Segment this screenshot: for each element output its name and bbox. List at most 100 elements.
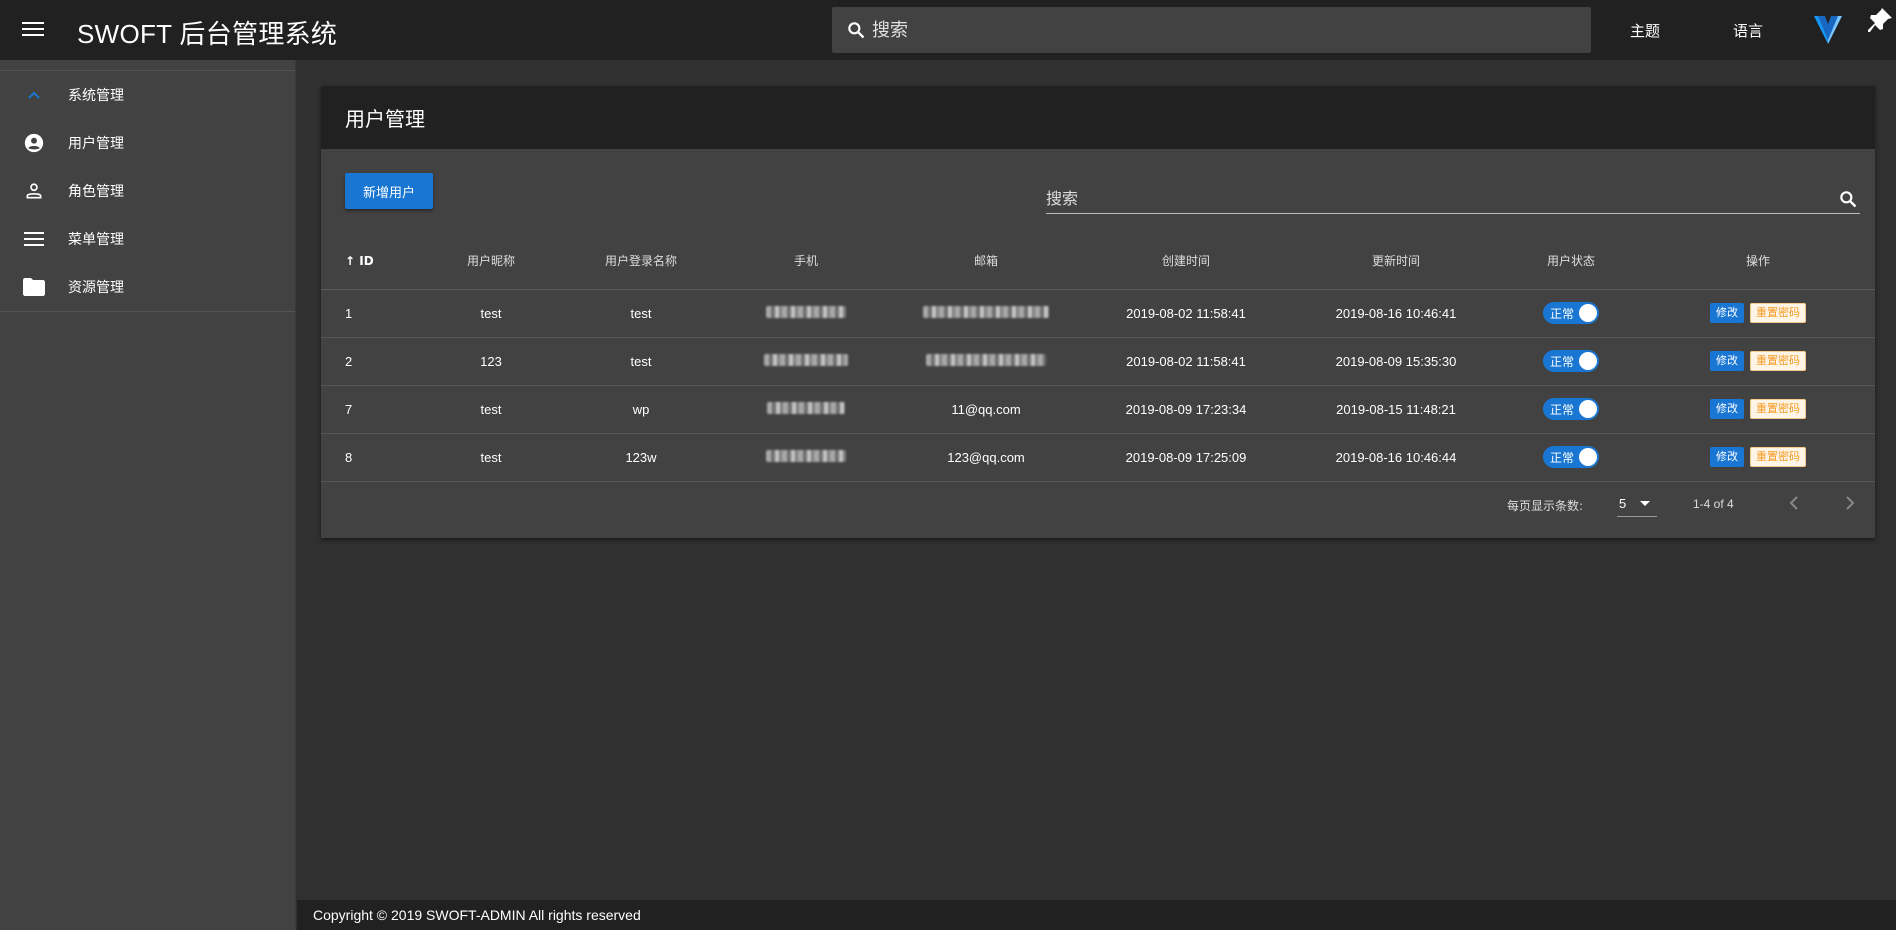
sidebar-item-system[interactable]: 系统管理 [0,71,295,119]
cell-nickname: test [421,289,561,338]
status-toggle[interactable]: 正常 [1543,446,1599,468]
caret-down-icon [1640,501,1651,506]
cell-updated: 2019-08-15 11:48:21 [1291,385,1501,434]
sidebar-item-menus[interactable]: 菜单管理 [0,215,295,263]
menu-icon [24,232,44,246]
table-pagination: 每页显示条数: 5 1-4 of 4 [321,481,1875,529]
cell-created: 2019-08-02 11:58:41 [1081,289,1291,338]
cell-status: 正常 [1501,433,1641,482]
cell-id: 1 [321,289,421,338]
card-header: 用户管理 [321,86,1875,149]
table-row: 2 123 test 2019-08-02 11:58:41 2019-08-0… [321,337,1875,386]
cell-phone [721,337,891,386]
account-circle-icon [24,133,44,153]
column-header-created[interactable]: 创建时间 [1081,233,1291,290]
sidebar-item-label: 资源管理 [68,280,124,296]
column-header-nickname[interactable]: 用户昵称 [421,233,561,290]
column-header-id[interactable]: ↑ ID [321,233,421,290]
pin-icon[interactable] [1866,6,1894,36]
chevron-left-icon[interactable] [1787,495,1801,511]
sidebar-item-roles[interactable]: 角色管理 [0,167,295,215]
top-app-bar: SWOFT 后台管理系统 主题 语言 [0,0,1896,60]
cell-updated: 2019-08-16 10:46:41 [1291,289,1501,338]
cell-status: 正常 [1501,337,1641,386]
column-header-updated[interactable]: 更新时间 [1291,233,1501,290]
sidebar-item-label: 用户管理 [68,136,124,152]
cell-email: 123@qq.com [891,433,1081,482]
cell-email [891,289,1081,338]
redacted-email [923,305,1049,318]
cell-login: 123w [561,433,721,482]
cell-updated: 2019-08-09 15:35:30 [1291,337,1501,386]
sidebar-item-label: 系统管理 [68,88,124,104]
column-header-login[interactable]: 用户登录名称 [561,233,721,290]
edit-button[interactable]: 修改 [1710,447,1744,467]
redacted-phone [764,353,848,366]
table-row: 8 test 123w 123@qq.com 2019-08-09 17:25:… [321,433,1875,482]
table-search-input[interactable] [1046,189,1838,208]
chevron-up-icon [28,91,40,99]
copyright-text: Copyright © 2019 SWOFT-ADMIN All rights … [313,907,641,923]
cell-id: 8 [321,433,421,482]
cell-login: test [561,289,721,338]
cell-email [891,337,1081,386]
sidebar-item-resources[interactable]: 资源管理 [0,263,295,311]
table-search-field[interactable] [1046,184,1860,214]
cell-status: 正常 [1501,289,1641,338]
status-toggle[interactable]: 正常 [1543,302,1599,324]
cell-actions: 修改 重置密码 [1641,289,1875,338]
rows-per-page-label: 每页显示条数: [1507,499,1584,513]
cell-phone [721,289,891,338]
status-toggle[interactable]: 正常 [1543,350,1599,372]
search-icon [848,22,865,39]
table-row: 7 test wp 11@qq.com 2019-08-09 17:23:34 … [321,385,1875,434]
chevron-right-icon[interactable] [1843,495,1857,511]
edit-button[interactable]: 修改 [1710,351,1744,371]
user-management-card: 用户管理 新增用户 ↑ ID 用户昵称 用户登录名称 手机 邮箱 创建时间 更新… [321,86,1875,538]
redacted-phone [766,305,846,318]
sidebar-item-users[interactable]: 用户管理 [0,119,295,167]
column-header-email[interactable]: 邮箱 [891,233,1081,290]
cell-phone [721,433,891,482]
column-header-phone[interactable]: 手机 [721,233,891,290]
cell-login: wp [561,385,721,434]
cell-phone [721,385,891,434]
users-table: ↑ ID 用户昵称 用户登录名称 手机 邮箱 创建时间 更新时间 用户状态 操作… [321,233,1875,482]
cell-created: 2019-08-09 17:23:34 [1081,385,1291,434]
hamburger-menu-button[interactable] [20,18,46,42]
search-icon[interactable] [1838,189,1858,209]
column-header-status[interactable]: 用户状态 [1501,233,1641,290]
sidebar: 系统管理 用户管理 角色管理 菜单管理 资源管理 [0,60,296,930]
edit-button[interactable]: 修改 [1710,399,1744,419]
person-icon [26,183,42,199]
global-search-box[interactable] [832,7,1591,53]
folder-icon [23,278,45,296]
redacted-phone [766,449,846,462]
language-button[interactable]: 语言 [1733,20,1763,41]
reset-password-button[interactable]: 重置密码 [1750,303,1806,323]
sidebar-item-label: 角色管理 [68,184,124,200]
reset-password-button[interactable]: 重置密码 [1750,351,1806,371]
status-toggle[interactable]: 正常 [1543,398,1599,420]
redacted-phone [767,401,845,414]
global-search-input[interactable] [872,19,1552,41]
table-header-row: ↑ ID 用户昵称 用户登录名称 手机 邮箱 创建时间 更新时间 用户状态 操作 [321,233,1875,290]
cell-actions: 修改 重置密码 [1641,337,1875,386]
app-title: SWOFT 后台管理系统 [77,19,338,49]
page-footer: Copyright © 2019 SWOFT-ADMIN All rights … [297,900,1896,930]
sort-arrow-up-icon: ↑ [345,253,356,268]
cell-id: 2 [321,337,421,386]
column-header-actions: 操作 [1641,233,1875,290]
rows-per-page-select[interactable]: 5 [1617,491,1657,517]
theme-button[interactable]: 主题 [1630,20,1660,41]
cell-actions: 修改 重置密码 [1641,433,1875,482]
add-user-button[interactable]: 新增用户 [345,173,433,209]
cell-nickname: 123 [421,337,561,386]
reset-password-button[interactable]: 重置密码 [1750,399,1806,419]
redacted-email [926,353,1046,366]
reset-password-button[interactable]: 重置密码 [1750,447,1806,467]
cell-nickname: test [421,385,561,434]
edit-button[interactable]: 修改 [1710,303,1744,323]
cell-created: 2019-08-09 17:25:09 [1081,433,1291,482]
vuetify-logo-icon[interactable] [1812,12,1844,46]
